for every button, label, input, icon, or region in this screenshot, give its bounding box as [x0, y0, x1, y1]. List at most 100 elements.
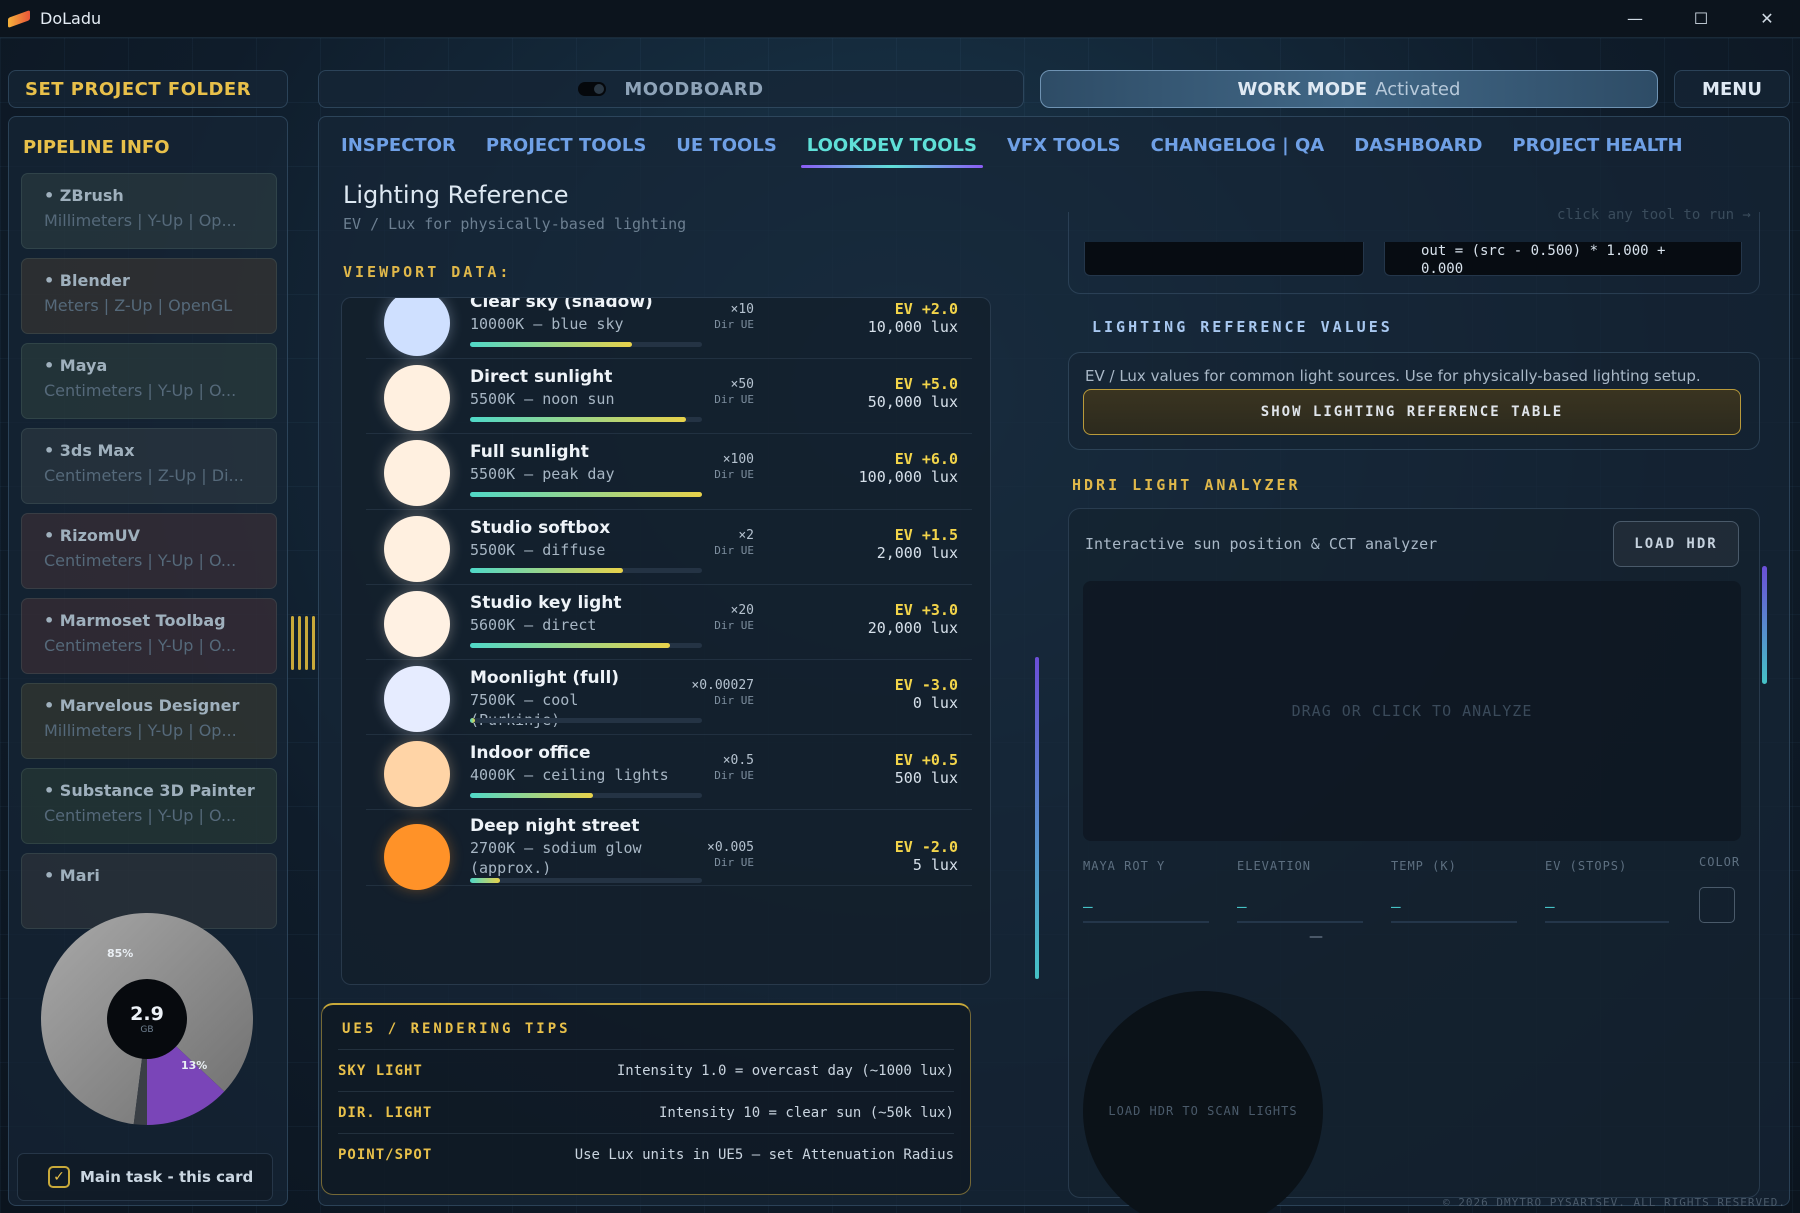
light-dir-ue: Dir UE [714, 694, 754, 707]
light-row[interactable]: Studio softbox 5500K — diffuse ×2 Dir UE EV … [366, 510, 972, 585]
light-scan-circle[interactable]: LOAD HDR TO SCAN LIGHTS [1083, 991, 1323, 1213]
code-box-right[interactable]: out = (src - 0.500) * 1.000 + 0.000 [1384, 242, 1742, 276]
light-name: Direct sunlight [470, 367, 613, 388]
hdri-drop-zone[interactable]: DRAG OR CLICK TO ANALYZE [1083, 581, 1741, 841]
light-color-swatch [384, 298, 450, 356]
pipeline-item-name: Blender [44, 271, 276, 290]
grip-line [312, 616, 315, 670]
pipeline-item[interactable]: Blender Meters | Z-Up | OpenGL [21, 258, 277, 334]
light-row[interactable]: Studio key light 5600K — direct ×20 Dir UE E… [366, 585, 972, 660]
pipeline-item-meta: Millimeters | Y-Up | Op... [44, 211, 237, 230]
light-intensity-fill [470, 567, 624, 573]
light-row[interactable]: Moonlight (full) 7500K — cool (Purkinje) ×… [366, 660, 972, 736]
tab-lookdev-tools[interactable]: LOOKDEV TOOLS [800, 135, 984, 168]
pipeline-item-name: Marvelous Designer [44, 696, 276, 715]
color-swatch[interactable] [1699, 887, 1735, 923]
tip-key: SKY LIGHT [338, 1062, 423, 1079]
light-color-swatch [384, 590, 450, 657]
app-title: DoLadu [40, 9, 102, 28]
tab-changelog-qa[interactable]: CHANGELOG | QA [1151, 135, 1325, 168]
grip-line [298, 616, 301, 670]
tip-row-point-spot: POINT/SPOT Use Lux units in UE5 — set At… [338, 1133, 954, 1175]
readout-underline [1545, 921, 1669, 923]
light-name: Indoor office [470, 743, 591, 764]
light-ev: EV +1.5 [894, 525, 958, 544]
light-ev: EV +5.0 [894, 375, 958, 394]
light-lux: 0 lux [912, 694, 958, 712]
light-ev: EV +3.0 [894, 600, 958, 619]
task-label: Main task - this card [80, 1168, 254, 1186]
light-ev: EV +2.0 [894, 300, 958, 318]
tab-vfx-tools[interactable]: VFX TOOLS [1007, 135, 1121, 168]
light-lux: 500 lux [894, 769, 958, 788]
pipeline-item[interactable]: RizomUV Centimeters | Y-Up | O... [21, 513, 277, 589]
light-row[interactable]: Deep night street 2700K — sodium glow (ap… [366, 810, 972, 891]
light-dir-ue: Dir UE [714, 856, 754, 870]
close-button[interactable]: ✕ [1734, 0, 1800, 38]
pipeline-item-name: Mari [44, 866, 276, 885]
pipeline-item[interactable]: Marmoset Toolbag Centimeters | Y-Up | O..… [21, 598, 277, 674]
pipeline-item[interactable]: Maya Centimeters | Y-Up | O... [21, 343, 277, 419]
pipeline-item[interactable]: 3ds Max Centimeters | Z-Up | Di... [21, 428, 277, 504]
tab-dashboard[interactable]: DASHBOARD [1354, 135, 1482, 168]
pipeline-info-title: PIPELINE INFO [23, 137, 170, 158]
readout-label: TEMP (K) [1391, 859, 1457, 873]
light-ev: EV +6.0 [894, 450, 958, 469]
light-intensity-bar [470, 642, 702, 648]
maximize-button[interactable]: ☐ [1668, 0, 1734, 38]
moodboard-bar[interactable]: MOODBOARD [318, 70, 1024, 108]
light-dir-ue: Dir UE [714, 318, 754, 331]
light-intensity-fill [470, 793, 593, 799]
light-row[interactable]: Clear sky (shadow) 10000K — blue sky ×10 Di… [366, 298, 972, 360]
light-desc: 5500K — diffuse [470, 540, 606, 559]
sidebar-resize-handle[interactable] [290, 616, 316, 670]
light-row[interactable]: Indoor office 4000K — ceiling lights ×0.5 D… [366, 735, 972, 811]
tip-row-sky-light: SKY LIGHT Intensity 1.0 = overcast day (… [338, 1049, 954, 1091]
pipeline-item-meta: Meters | Z-Up | OpenGL [44, 296, 233, 315]
work-mode-bar[interactable]: WORK MODE Activated [1040, 70, 1658, 108]
readout-value: — [1237, 897, 1247, 916]
light-row[interactable]: Direct sunlight 5500K — noon sun ×50 Dir UE… [366, 359, 972, 435]
tab-ue-tools[interactable]: UE TOOLS [676, 135, 777, 168]
footer-copyright: © 2026 DMYTRO PYSARTSEV. ALL RIGHTS RESE… [1442, 1196, 1786, 1209]
tab-project-tools[interactable]: PROJECT TOOLS [486, 135, 646, 168]
menu-button[interactable]: MENU [1674, 70, 1790, 108]
light-color-swatch [384, 515, 450, 582]
pipeline-list[interactable]: ZBrush Millimeters | Y-Up | Op... Blender M… [21, 173, 277, 1003]
pipeline-item-meta: Centimeters | Y-Up | O... [44, 806, 237, 825]
task-checkbox[interactable]: ✓ [48, 1166, 70, 1188]
light-row[interactable]: Full sunlight 5500K — peak day ×100 Dir UE E… [366, 434, 972, 510]
light-color-swatch [384, 365, 450, 432]
right-panel-scrollbar[interactable] [1762, 566, 1767, 684]
work-mode-label: WORK MODE [1237, 78, 1368, 100]
donut-label-main: 85% [107, 947, 134, 960]
light-list[interactable]: Clear sky (shadow) 10000K — blue sky ×10 Di… [366, 298, 972, 984]
pipeline-item[interactable]: ZBrush Millimeters | Y-Up | Op... [21, 173, 277, 249]
main-task-card[interactable]: ✓ Main task - this card [17, 1153, 273, 1201]
light-name: Studio softbox [470, 517, 611, 538]
hdri-readouts: MAYA ROT Y — ELEVATION — TEMP (K) — EV (… [1083, 847, 1743, 937]
load-hdr-button[interactable]: LOAD HDR [1613, 521, 1739, 567]
page-subtitle: EV / Lux for physically-based lighting [343, 215, 687, 233]
show-lighting-table-button[interactable]: SHOW LIGHTING REFERENCE TABLE [1083, 389, 1741, 435]
tip-value: Use Lux units in UE5 — set Attenuation R… [574, 1146, 954, 1163]
minimize-button[interactable]: — [1602, 0, 1668, 38]
set-project-folder-button[interactable]: SET PROJECT FOLDER [8, 70, 288, 108]
light-color-swatch [384, 666, 450, 732]
code-box-left[interactable] [1084, 242, 1364, 276]
light-list-scrollbar[interactable] [1035, 657, 1039, 979]
pipeline-item[interactable]: Substance 3D Painter Centimeters | Y-Up |… [21, 768, 277, 844]
hdri-analyzer-panel: Interactive sun position & CCT analyzer … [1068, 508, 1760, 1213]
light-intensity-bar [470, 417, 702, 423]
lighting-reference-desc: EV / Lux values for common light sources… [1085, 367, 1701, 385]
pipeline-item[interactable]: Marvelous Designer Millimeters | Y-Up | O… [21, 683, 277, 759]
light-desc: 5600K — direct [470, 615, 597, 634]
tab-inspector[interactable]: INSPECTOR [341, 135, 456, 168]
light-name: Deep night street [470, 816, 640, 837]
code-line: out = (src - 0.500) * 1.000 + [1421, 243, 1666, 259]
tab-project-health[interactable]: PROJECT HEALTH [1512, 135, 1682, 168]
light-multiplier: ×2 [738, 527, 754, 543]
light-intensity-bar [470, 793, 702, 799]
light-intensity-bar [470, 492, 702, 498]
moodboard-toggle[interactable] [578, 82, 607, 96]
